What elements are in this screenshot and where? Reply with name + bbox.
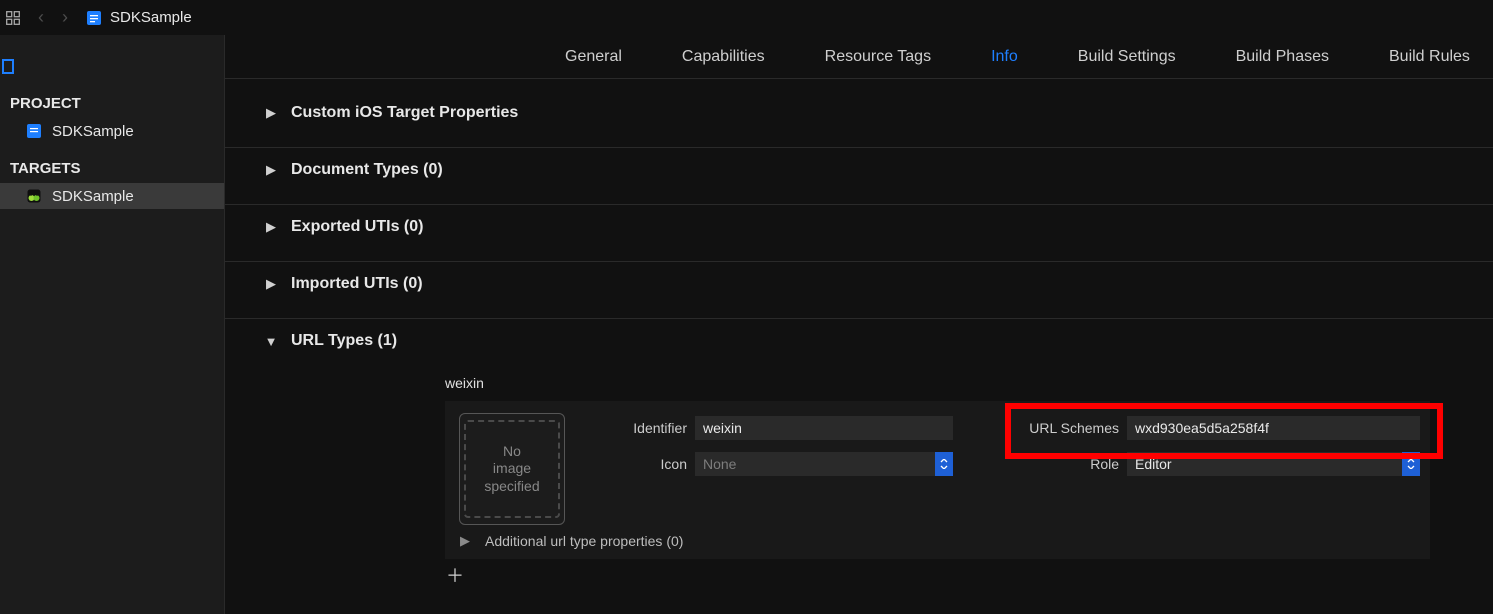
chevron-down-icon	[1402, 452, 1420, 476]
urltype-name: weixin	[445, 375, 1493, 391]
identifier-label: Identifier	[615, 420, 687, 436]
tab-build-rules[interactable]: Build Rules	[1389, 48, 1470, 66]
section-exported-utis-label: Exported UTIs (0)	[291, 218, 423, 236]
section-document-types[interactable]: ▶ Document Types (0)	[265, 152, 1493, 188]
chevron-down-icon	[935, 452, 953, 476]
related-items-icon[interactable]	[6, 11, 20, 25]
nav-forward-icon[interactable]: ›	[54, 7, 76, 28]
role-select[interactable]: Editor	[1127, 452, 1420, 476]
content-area: General Capabilities Resource Tags Info …	[225, 35, 1493, 614]
tab-capabilities[interactable]: Capabilities	[682, 48, 765, 66]
tab-build-settings[interactable]: Build Settings	[1078, 48, 1176, 66]
disclosure-right-icon[interactable]: ▶	[459, 535, 471, 547]
urltype-entry: No image specified Identifier Icon None	[445, 401, 1430, 559]
section-url-types-label: URL Types (1)	[291, 332, 397, 350]
urltype-image-well[interactable]: No image specified	[459, 413, 565, 525]
app-target-icon	[26, 188, 42, 204]
editor-tab-bar: General Capabilities Resource Tags Info …	[225, 35, 1493, 79]
url-schemes-input[interactable]	[1127, 416, 1420, 440]
divider	[225, 261, 1493, 262]
tab-resource-tags[interactable]: Resource Tags	[825, 48, 931, 66]
disclosure-right-icon[interactable]: ▶	[265, 107, 277, 119]
sidebar-project-item[interactable]: SDKSample	[0, 118, 224, 144]
disclosure-right-icon[interactable]: ▶	[265, 221, 277, 233]
sidebar-project-heading: PROJECT	[0, 87, 224, 118]
section-custom-props[interactable]: ▶ Custom iOS Target Properties	[265, 95, 1493, 131]
disclosure-right-icon[interactable]: ▶	[265, 164, 277, 176]
image-well-placeholder: No image specified	[464, 420, 560, 518]
sidebar-target-label: SDKSample	[52, 188, 134, 205]
section-imported-utis-label: Imported UTIs (0)	[291, 275, 423, 293]
section-imported-utis[interactable]: ▶ Imported UTIs (0)	[265, 266, 1493, 302]
section-doc-types-label: Document Types (0)	[291, 161, 443, 179]
additional-url-props[interactable]: ▶ Additional url type properties (0)	[459, 533, 1420, 549]
tab-general[interactable]: General	[565, 48, 622, 66]
additional-url-props-label: Additional url type properties (0)	[485, 533, 683, 549]
disclosure-down-icon[interactable]: ▼	[265, 335, 277, 347]
section-custom-props-label: Custom iOS Target Properties	[291, 104, 518, 122]
breadcrumb-title[interactable]: SDKSample	[110, 9, 192, 26]
identifier-input[interactable]	[695, 416, 953, 440]
tab-info[interactable]: Info	[991, 48, 1018, 66]
xcodeproj-icon	[26, 123, 42, 139]
divider	[225, 318, 1493, 319]
section-exported-utis[interactable]: ▶ Exported UTIs (0)	[265, 209, 1493, 245]
divider	[225, 204, 1493, 205]
sidebar-project-label: SDKSample	[52, 123, 134, 140]
nav-back-icon[interactable]: ‹	[30, 7, 52, 28]
url-types-panel: weixin No image specified Identifier	[445, 375, 1493, 585]
icon-label: Icon	[615, 456, 687, 472]
add-urltype-button[interactable]: ＋	[445, 565, 465, 585]
url-schemes-label: URL Schemes	[1019, 420, 1119, 436]
project-file-icon	[86, 10, 102, 26]
section-url-types[interactable]: ▼ URL Types (1)	[265, 323, 1493, 359]
icon-select-value: None	[695, 452, 935, 476]
selected-project-marker-icon	[2, 59, 14, 74]
sidebar-target-item[interactable]: SDKSample	[0, 183, 224, 209]
divider	[225, 147, 1493, 148]
role-label: Role	[1019, 456, 1119, 472]
role-select-value: Editor	[1127, 452, 1402, 476]
project-navigator-sidebar: PROJECT SDKSample TARGETS SDKSample	[0, 35, 225, 614]
breadcrumb-bar: ‹ › SDKSample	[0, 0, 1493, 35]
sidebar-targets-heading: TARGETS	[0, 152, 224, 183]
tab-build-phases[interactable]: Build Phases	[1236, 48, 1329, 66]
disclosure-right-icon[interactable]: ▶	[265, 278, 277, 290]
icon-select[interactable]: None	[695, 452, 953, 476]
